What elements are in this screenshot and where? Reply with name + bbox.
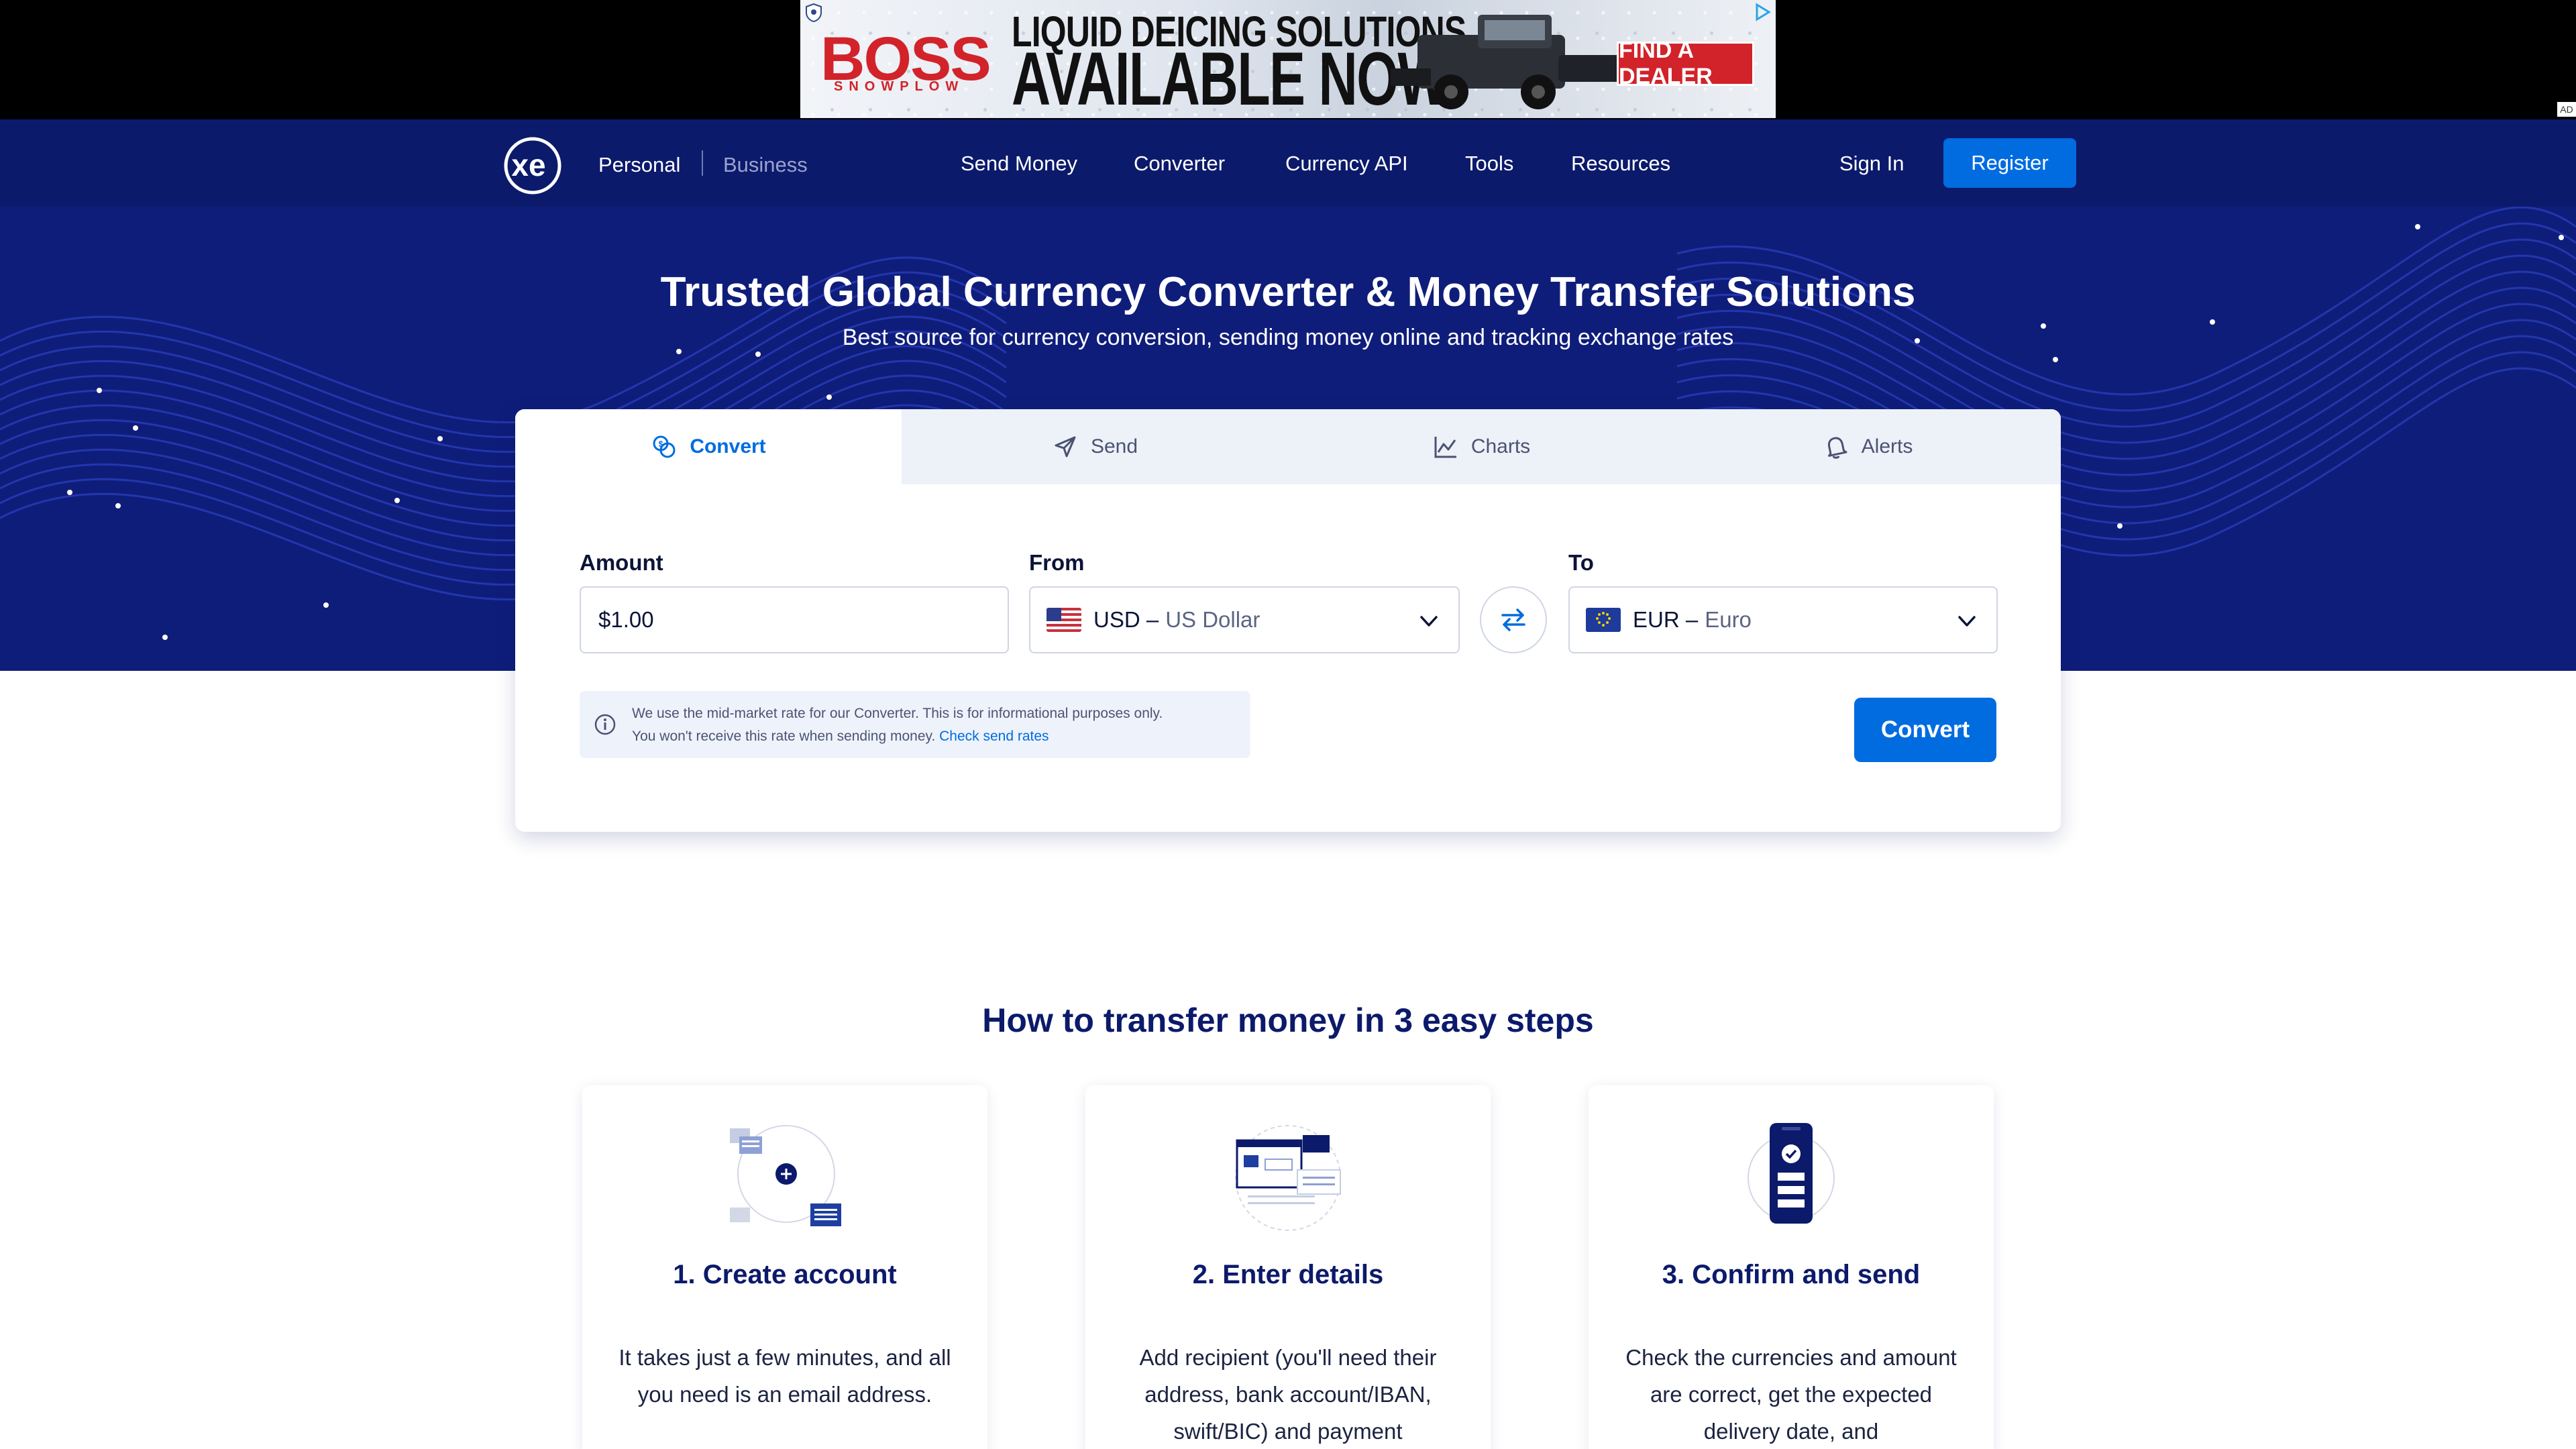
svg-text:$: $ xyxy=(659,439,663,449)
us-flag-icon xyxy=(1046,608,1081,632)
ad-tag: AD xyxy=(2557,102,2576,117)
from-label: From xyxy=(1029,550,1085,575)
create-account-icon xyxy=(730,1125,841,1226)
charts-icon xyxy=(1434,437,1456,458)
convert-icon: $ xyxy=(653,435,676,458)
tab-charts[interactable]: Charts xyxy=(1288,409,1674,484)
nav-currency-api[interactable]: Currency API xyxy=(1285,152,1408,176)
enter-details-icon xyxy=(1235,1125,1341,1231)
svg-text:xe: xe xyxy=(511,148,545,182)
tab-convert[interactable]: $ Convert xyxy=(515,409,902,484)
converter-card: $ Convert Send Charts Alerts Amount $1.0… xyxy=(515,409,2061,832)
ad-shield-icon xyxy=(806,3,822,23)
nav-converter[interactable]: Converter xyxy=(1134,152,1225,176)
from-currency-select[interactable]: USD – US Dollar xyxy=(1029,586,1460,653)
step-1-body: It takes just a few minutes, and all you… xyxy=(619,1345,951,1407)
amount-input[interactable]: $1.00 xyxy=(580,586,1009,653)
mid-market-info-box: We use the mid-market rate for our Conve… xyxy=(580,691,1250,758)
convert-button[interactable]: Convert xyxy=(1854,698,1996,762)
info-text-line-2: You won't receive this rate when sending… xyxy=(632,729,1049,745)
to-currency-code: EUR – xyxy=(1633,607,1699,632)
step-3-body: Check the currencies and amount are corr… xyxy=(1625,1345,1957,1444)
find-a-dealer-button[interactable]: FIND A DEALER xyxy=(1617,38,1754,89)
nav-resources[interactable]: Resources xyxy=(1571,152,1670,176)
tab-send-label: Send xyxy=(1090,435,1138,458)
tab-alerts-label: Alerts xyxy=(1861,435,1913,458)
from-currency-name: US Dollar xyxy=(1165,607,1260,632)
xe-logo[interactable]: xe xyxy=(498,136,566,196)
business-link[interactable]: Business xyxy=(723,153,808,177)
ad-brand-sub: SNOWPLOW xyxy=(834,79,965,94)
bell-icon xyxy=(1827,437,1847,459)
sign-in-link[interactable]: Sign In xyxy=(1839,152,1904,176)
tab-convert-label: Convert xyxy=(690,435,766,458)
amount-label: Amount xyxy=(580,550,663,575)
send-icon xyxy=(1055,436,1076,458)
swap-currencies-button[interactable] xyxy=(1480,586,1547,653)
step-card-2: 2. Enter details Add recipient (you'll n… xyxy=(1085,1085,1491,1449)
step-2-body: Add recipient (you'll need their address… xyxy=(1139,1345,1437,1444)
hero-subtitle: Best source for currency conversion, sen… xyxy=(842,325,1734,350)
swap-icon xyxy=(1501,608,1525,631)
hero-title: Trusted Global Currency Converter & Mone… xyxy=(660,269,1916,315)
info-text-line-2-body: You won't receive this rate when sending… xyxy=(632,729,936,744)
eu-flag-icon xyxy=(1586,608,1621,632)
top-navigation: xe Personal Business Send Money Converte… xyxy=(0,119,2576,207)
personal-link[interactable]: Personal xyxy=(598,153,680,177)
to-currency-name: Euro xyxy=(1705,607,1752,632)
to-currency-select[interactable]: EUR – Euro xyxy=(1568,586,1998,653)
info-text-line-1: We use the mid-market rate for our Conve… xyxy=(632,706,1163,721)
tab-charts-label: Charts xyxy=(1470,435,1531,458)
converter-tabs: $ Convert Send Charts Alerts xyxy=(515,409,2061,484)
adchoices-icon[interactable] xyxy=(1753,3,1772,21)
confirm-and-send-icon xyxy=(1748,1123,1835,1224)
step-card-1: 1. Create account It takes just a few mi… xyxy=(582,1085,987,1449)
info-icon xyxy=(594,714,616,735)
check-send-rates-link[interactable]: Check send rates xyxy=(939,729,1049,744)
segment-divider xyxy=(702,150,703,176)
chevron-down-icon xyxy=(1420,616,1438,627)
steps-title: How to transfer money in 3 easy steps xyxy=(982,1002,1594,1039)
step-3-heading: 3. Confirm and send xyxy=(1662,1260,1921,1289)
tab-send[interactable]: Send xyxy=(902,409,1288,484)
step-card-3: 3. Confirm and send Check the currencies… xyxy=(1589,1085,1994,1449)
ad-banner-bar: BOSS SNOWPLOW LIQUID DEICING SOLUTIONS A… xyxy=(0,0,2576,119)
nav-send-money[interactable]: Send Money xyxy=(961,152,1077,176)
chevron-down-icon xyxy=(1958,616,1976,627)
step-1-heading: 1. Create account xyxy=(673,1260,897,1289)
nav-tools[interactable]: Tools xyxy=(1465,152,1513,176)
tab-alerts[interactable]: Alerts xyxy=(1674,409,2061,484)
ad-banner[interactable]: BOSS SNOWPLOW LIQUID DEICING SOLUTIONS A… xyxy=(800,0,1776,118)
register-button[interactable]: Register xyxy=(1943,138,2076,188)
to-label: To xyxy=(1568,550,1594,575)
step-2-heading: 2. Enter details xyxy=(1192,1260,1384,1289)
from-currency-code: USD – xyxy=(1093,607,1159,632)
